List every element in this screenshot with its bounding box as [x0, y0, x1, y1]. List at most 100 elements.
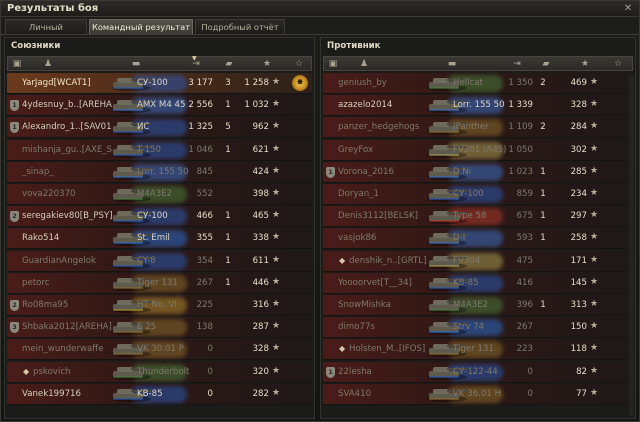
medal-icon[interactable]: ☆	[293, 58, 305, 70]
experience-star-icon: ★	[590, 210, 599, 221]
damage-value: 1 325	[188, 122, 213, 133]
player-name[interactable]: YarJagd[WCAT1]	[22, 78, 112, 88]
damage-value: 466	[196, 211, 213, 222]
table-row[interactable]: mein_wunderwaffe VK 30.01 P 0 328 ★	[7, 339, 312, 361]
player-name[interactable]: Doryan_1	[338, 189, 428, 199]
damage-value: 0	[207, 388, 213, 399]
experience-star-icon: ★	[590, 276, 599, 287]
table-row[interactable]: Doryan_1 СУ-100 859 1 234 ★	[323, 184, 627, 205]
damage-value: 225	[196, 300, 213, 310]
platoon-icon[interactable]: ▣	[12, 58, 22, 70]
player-name[interactable]: 22lesha	[338, 367, 428, 377]
table-row[interactable]: azazelo2014 Lorr. 155 50 1 339 328 ★	[323, 95, 627, 117]
experience-value: 320	[252, 366, 269, 377]
player-name[interactable]: SVA410	[338, 389, 428, 399]
kills-icon[interactable]: ▰	[540, 58, 552, 70]
damage-value: 475	[516, 255, 533, 266]
experience-value: 302	[570, 144, 587, 155]
table-row[interactable]: YarJagd[WCAT1] СУ-100 3 177 3 1 258 ★ ✸	[7, 73, 312, 94]
table-row[interactable]: Rako514 St. Emil 355 1 338 ★	[7, 228, 312, 250]
table-row[interactable]: petorc Tiger 131 267 1 446 ★	[7, 272, 312, 294]
table-row[interactable]: 2 seregakiev80[B_PSY] СУ-100 466 1 465 ★	[7, 206, 312, 228]
scrollbar[interactable]	[629, 76, 634, 416]
kills-icon[interactable]: ▰	[223, 58, 235, 70]
enemies-panel: Противник ▣ ♟ ▬ ⇥ ▰ ★ ☆ geniush_by Hellca…	[320, 37, 636, 419]
player-name[interactable]: petorc	[22, 278, 112, 288]
table-row[interactable]: geniush_by Hellcat 1 350 2 469 ★	[323, 73, 627, 94]
table-row[interactable]: 1 Vorona_2016 D.Ni 1 023 1 285 ★	[323, 161, 627, 183]
player-name[interactable]: Vanek199716	[22, 389, 112, 399]
table-row[interactable]: panzer_hedgehogs JPanther 1 109 2 284 ★	[323, 117, 627, 139]
player-name[interactable]: Alexandro_1..[SAV01]	[22, 122, 112, 132]
player-name[interactable]: _sinap_	[22, 167, 112, 177]
damage-icon[interactable]: ⇥ ▼	[189, 55, 203, 70]
player-icon[interactable]: ♟	[358, 58, 370, 70]
player-icon[interactable]: ♟	[42, 58, 54, 70]
tank-icon[interactable]: ▬	[120, 58, 152, 70]
experience-star-icon: ★	[590, 232, 599, 243]
player-name[interactable]: SnowMishka	[338, 300, 428, 310]
table-row[interactable]: 1 Alexandro_1..[SAV01] ИС 1 325 5 962 ★	[7, 117, 312, 139]
experience-star-icon: ★	[272, 299, 281, 309]
experience-star-icon[interactable]: ★	[579, 58, 591, 70]
table-row[interactable]: ◆ pskovich Thunderbolt 0 320 ★	[7, 361, 312, 383]
table-row[interactable]: mishanja_gu..[AXE_S] T-150 1 046 1 621 ★	[7, 139, 312, 161]
damage-icon[interactable]: ⇥	[510, 58, 524, 70]
table-row[interactable]: 2 Ro08ma95 HT No. VI 225 316 ★	[7, 295, 312, 316]
table-row[interactable]: Vanek199716 KB-85 0 282 ★	[7, 383, 312, 405]
player-name[interactable]: geniush_by	[338, 78, 428, 88]
table-row[interactable]: 1 22lesha СУ-122-44 0 82 ★	[323, 361, 627, 383]
table-row[interactable]: Yoooorvet[T__34] KB-85 416 145 ★	[323, 272, 627, 294]
player-name[interactable]: seregakiev80[B_PSY]	[22, 211, 112, 221]
table-row[interactable]: SVA410 VK 36.01 H 0 77 ★	[323, 383, 627, 405]
experience-value: 328	[252, 344, 269, 355]
table-row[interactable]: GuardianAngelok CY-8 354 1 611 ★	[7, 250, 312, 272]
player-name[interactable]: Ro08ma95	[22, 300, 112, 310]
sort-arrow-icon: ▼	[192, 55, 197, 62]
tank-icon[interactable]: ▬	[436, 58, 468, 70]
experience-star-icon: ★	[590, 299, 599, 309]
experience-value: 469	[570, 78, 587, 88]
player-name[interactable]: panzer_hedgehogs	[338, 122, 428, 132]
player-name[interactable]: Rako514	[22, 233, 112, 243]
damage-value: 552	[196, 189, 213, 199]
player-name[interactable]: dimo77s	[338, 322, 428, 332]
table-row[interactable]: vasjok86 D-I 593 1 258 ★	[323, 228, 627, 250]
tab-personal-result[interactable]: Личный результат	[5, 19, 87, 46]
table-row[interactable]: vova220370 M4A3E2 552 398 ★	[7, 184, 312, 205]
table-row[interactable]: Denis3112[BELSK] Type 58 675 1 297 ★	[323, 206, 627, 228]
tab-team-result[interactable]: Командный результат	[89, 19, 193, 34]
player-name[interactable]: Yoooorvet[T__34]	[338, 278, 428, 288]
platoon-badge-icon: 2	[10, 211, 19, 223]
experience-star-icon[interactable]: ★	[261, 58, 273, 70]
player-name[interactable]: GuardianAngelok	[22, 256, 112, 266]
table-row[interactable]: ◆ denshik_n..[GRTL] FV304 475 171 ★	[323, 250, 627, 272]
table-row[interactable]: dimo77s Strv 74 267 150 ★	[323, 317, 627, 339]
table-row[interactable]: _sinap_ Lorr. 155 50 845 424 ★	[7, 161, 312, 183]
medal-icon[interactable]: ☆	[612, 58, 624, 70]
player-name[interactable]: Denis3112[BELSK]	[338, 211, 428, 221]
player-name[interactable]: GreyFox	[338, 145, 428, 155]
medal-icon[interactable]: ✸	[292, 75, 308, 91]
player-name[interactable]: Vorona_2016	[338, 167, 428, 177]
player-name[interactable]: vova220370	[22, 189, 112, 199]
player-name[interactable]: azazelo2014	[338, 100, 428, 110]
table-row[interactable]: 3 Shbaka2012[AREHA] E 25 138 287 ★	[7, 317, 312, 339]
title-bar: Результаты боя ✕	[1, 1, 639, 17]
table-row[interactable]: SnowMishka M4A3E2 396 1 313 ★	[323, 295, 627, 316]
player-name[interactable]: mishanja_gu..[AXE_S]	[22, 145, 112, 155]
player-name[interactable]: 4ydesnuy_b..[AREHA]	[22, 100, 112, 110]
close-button[interactable]: ✕	[622, 3, 634, 14]
player-name[interactable]: Shbaka2012[AREHA]	[22, 322, 112, 332]
tab-detailed-report[interactable]: Подробный отчёт	[195, 19, 285, 34]
clan-emblem-icon: ◆	[339, 255, 346, 265]
platoon-icon[interactable]: ▣	[328, 58, 338, 70]
table-row[interactable]: GreyFox FV201 (A45) 1 050 302 ★	[323, 139, 627, 161]
table-row[interactable]: ◆ Holsten_M..[IFOS] Tiger 131 223 118 ★	[323, 339, 627, 361]
experience-value: 171	[570, 255, 587, 266]
experience-value: 338	[252, 233, 269, 244]
kills-value: 1	[540, 300, 546, 310]
player-name[interactable]: mein_wunderwaffe	[22, 344, 112, 354]
table-row[interactable]: 1 4ydesnuy_b..[AREHA] AMX M4 45 2 556 1 1 032…	[7, 95, 312, 117]
player-name[interactable]: vasjok86	[338, 233, 428, 243]
